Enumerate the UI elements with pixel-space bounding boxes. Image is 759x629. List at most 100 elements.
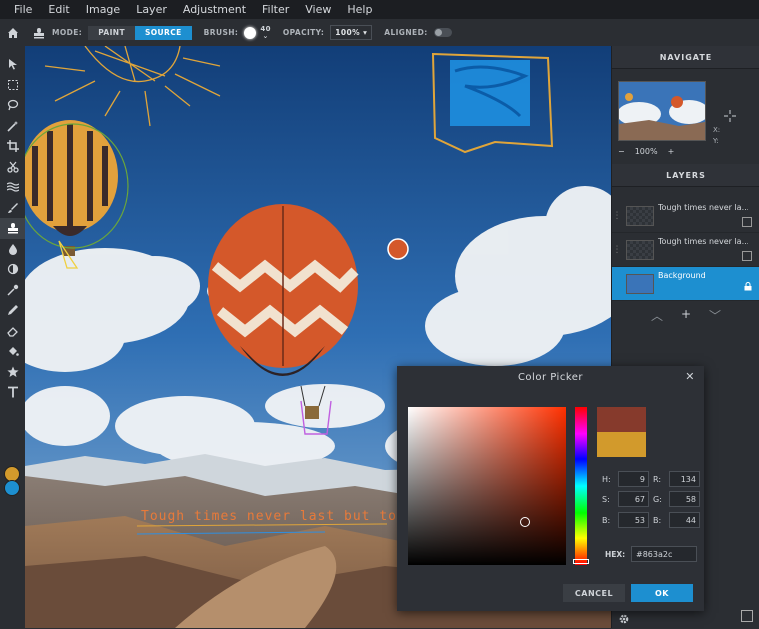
- zoom-in-button[interactable]: +: [668, 147, 675, 156]
- hue-field: H: 9: [602, 471, 649, 487]
- mode-label: MODE:: [52, 28, 83, 37]
- brush-size-value: 40: [260, 24, 271, 33]
- layer-visibility-checkbox[interactable]: [742, 251, 752, 261]
- hue-input[interactable]: 9: [618, 471, 649, 487]
- layer-actions: ︿ + ﹀: [612, 307, 759, 324]
- menu-layer[interactable]: Layer: [128, 3, 175, 16]
- layer-item[interactable]: ⋮ Tough times never la...: [612, 199, 759, 233]
- menu-file[interactable]: File: [0, 3, 40, 16]
- navigator-coordinates: X: Y:: [713, 125, 720, 147]
- clone-stamp-icon: [26, 19, 52, 46]
- menu-view[interactable]: View: [297, 3, 339, 16]
- g-label: G:: [653, 494, 662, 504]
- gear-icon[interactable]: [618, 610, 630, 629]
- navigator-thumbnail[interactable]: [618, 81, 706, 141]
- zoom-out-button[interactable]: −: [618, 147, 625, 156]
- color-selector-ring[interactable]: [520, 517, 530, 527]
- marquee-icon[interactable]: [0, 75, 25, 96]
- layers-header: LAYERS: [612, 164, 759, 187]
- aligned-label: ALIGNED:: [384, 28, 428, 37]
- mode-source-button[interactable]: SOURCE: [134, 25, 192, 40]
- brush-preview[interactable]: [244, 26, 257, 39]
- brush-label: BRUSH:: [203, 28, 239, 37]
- current-color-preview: [597, 407, 646, 432]
- drag-handle-icon[interactable]: ⋮: [612, 245, 622, 255]
- cut-icon[interactable]: [0, 157, 25, 178]
- crop-icon[interactable]: [0, 136, 25, 157]
- cancel-button[interactable]: CANCEL: [563, 584, 625, 602]
- menu-help[interactable]: Help: [339, 3, 380, 16]
- move-layer-up-icon[interactable]: ︿: [651, 307, 663, 324]
- aligned-toggle[interactable]: [433, 28, 452, 37]
- green-input[interactable]: 58: [669, 491, 700, 507]
- layer-thumbnail: [626, 205, 654, 226]
- move-layer-down-icon[interactable]: ﹀: [709, 307, 721, 324]
- layer-name: Tough times never la...: [658, 237, 748, 246]
- chevron-down-icon: ▾: [363, 28, 368, 37]
- saturation-field: S: 67: [602, 491, 649, 507]
- opacity-value: 100%: [335, 28, 361, 37]
- close-icon[interactable]: ✕: [685, 370, 695, 383]
- nav-x-label: X:: [713, 126, 721, 134]
- hex-label: HEX:: [605, 550, 626, 559]
- text-icon[interactable]: [0, 382, 25, 403]
- dodge-icon[interactable]: [0, 259, 25, 280]
- saturation-brightness-area[interactable]: [408, 407, 566, 565]
- magic-wand-icon[interactable]: [0, 116, 25, 137]
- menu-filter[interactable]: Filter: [254, 3, 297, 16]
- green-field: G: 58: [653, 491, 700, 507]
- brush-icon[interactable]: [0, 198, 25, 219]
- star-icon[interactable]: [0, 362, 25, 383]
- menu-adjustment[interactable]: Adjustment: [175, 3, 254, 16]
- liquify-icon[interactable]: [0, 177, 25, 198]
- fill-icon[interactable]: [0, 341, 25, 362]
- drop-icon[interactable]: [0, 239, 25, 260]
- mode-paint-button[interactable]: PAINT: [88, 25, 135, 40]
- red-input[interactable]: 134: [669, 471, 700, 487]
- clone-stamp-tool[interactable]: [0, 218, 25, 239]
- brightness-input[interactable]: 53: [618, 512, 649, 528]
- r-label: R:: [653, 474, 662, 484]
- add-layer-icon[interactable]: +: [681, 307, 691, 324]
- menu-image[interactable]: Image: [78, 3, 128, 16]
- opacity-label: OPACITY:: [282, 28, 325, 37]
- b-label: B:: [602, 515, 611, 525]
- opacity-select[interactable]: 100% ▾: [330, 25, 373, 40]
- ok-button[interactable]: OK: [631, 584, 693, 602]
- select-arrow-icon[interactable]: [0, 54, 25, 75]
- pencil-icon[interactable]: [0, 300, 25, 321]
- color-picker-title: Color Picker: [517, 371, 584, 383]
- layer-thumbnail: [626, 273, 654, 294]
- background-color-swatch[interactable]: [4, 480, 20, 496]
- lasso-icon[interactable]: [0, 95, 25, 116]
- lock-icon[interactable]: [744, 276, 752, 295]
- blue-field: B: 44: [653, 512, 700, 528]
- menu-edit[interactable]: Edit: [40, 3, 77, 16]
- brush-size-stepper[interactable]: 40 ⌄: [260, 24, 271, 40]
- color-picker-header: Color Picker ✕: [397, 366, 704, 388]
- layer-item-selected[interactable]: Background: [612, 267, 759, 301]
- saturation-input[interactable]: 67: [618, 491, 649, 507]
- zoom-level: 100%: [634, 147, 658, 156]
- navigate-panel: X: Y: − 100% +: [612, 69, 759, 164]
- brightness-field: B: 53: [602, 512, 649, 528]
- crosshair-icon[interactable]: [724, 107, 736, 126]
- collapse-panel-icon[interactable]: [741, 610, 753, 622]
- previous-color-preview: [597, 432, 646, 457]
- eraser-icon[interactable]: [0, 321, 25, 342]
- hue-slider-handle[interactable]: [573, 559, 589, 564]
- layer-name: Tough times never la...: [658, 203, 748, 212]
- zoom-controls: − 100% +: [618, 147, 674, 156]
- color-picker-dialog: Color Picker ✕ H: 9 S: 67 B: 53 R: 134 G…: [397, 366, 704, 611]
- home-icon[interactable]: [0, 19, 26, 46]
- drag-handle-icon[interactable]: ⋮: [612, 211, 622, 221]
- options-toolbar: MODE: PAINT SOURCE BRUSH: 40 ⌄ OPACITY: 1…: [0, 19, 759, 47]
- hue-slider[interactable]: [573, 407, 589, 565]
- red-field: R: 134: [653, 471, 700, 487]
- layer-visibility-checkbox[interactable]: [742, 217, 752, 227]
- layer-item[interactable]: ⋮ Tough times never la...: [612, 233, 759, 267]
- blue-input[interactable]: 44: [669, 512, 700, 528]
- nav-y-label: Y:: [713, 137, 719, 145]
- hex-input[interactable]: #863a2c: [631, 546, 697, 562]
- eyedropper-icon[interactable]: [0, 280, 25, 301]
